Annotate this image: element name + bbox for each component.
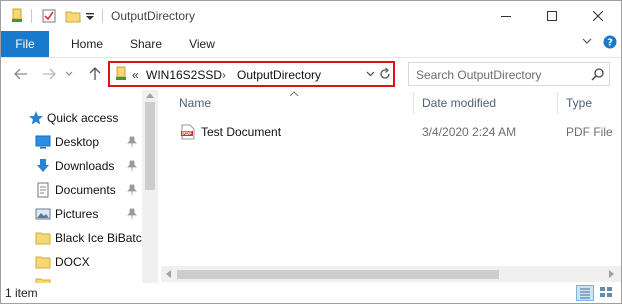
- explorer-window: OutputDirectory File Home Share View ? «…: [0, 0, 622, 304]
- nav-quick-access-label: Quick access: [47, 111, 119, 125]
- column-header-date-modified[interactable]: Date modified: [422, 96, 496, 112]
- folder-icon: [35, 276, 51, 283]
- large-icons-view-button[interactable]: [598, 285, 616, 301]
- pin-icon[interactable]: [127, 179, 137, 196]
- svg-text:PDF: PDF: [182, 131, 192, 137]
- search-box[interactable]: Search OutputDirectory: [408, 62, 610, 86]
- breadcrumb-win16s2ssd[interactable]: WIN16S2SSD: [146, 68, 222, 82]
- star-icon: [28, 110, 44, 126]
- document-icon: [35, 182, 51, 198]
- pdf-icon: PDF: [180, 124, 196, 140]
- nav-item-downloads[interactable]: Downloads: [1, 155, 141, 177]
- search-icon[interactable]: [591, 68, 604, 81]
- nav-item-label: Desktop: [55, 135, 100, 149]
- customize-qat-icon[interactable]: [85, 13, 95, 29]
- forward-button[interactable]: [39, 64, 59, 84]
- folder-icon: [35, 230, 51, 246]
- breadcrumb-outputdirectory[interactable]: OutputDirectory: [237, 68, 321, 82]
- address-dropdown-icon[interactable]: [366, 71, 375, 77]
- nav-quick-access[interactable]: Quick access: [1, 107, 141, 129]
- navigation-pane: Quick access Desktop Downloads Documents…: [1, 90, 159, 283]
- nav-item-black-ice-bibatch[interactable]: Black Ice BiBatch: [1, 227, 148, 249]
- nav-scrollbar-thumb[interactable]: [145, 102, 155, 190]
- help-icon[interactable]: ?: [603, 35, 617, 49]
- file-row[interactable]: PDF Test Document 3/4/2020 2:24 AM PDF F…: [161, 122, 621, 142]
- file-name: Test Document: [201, 125, 282, 139]
- recent-locations-button[interactable]: [63, 64, 75, 84]
- desktop-icon: [35, 134, 51, 150]
- download-icon: [35, 158, 51, 174]
- scroll-up-icon[interactable]: [146, 92, 154, 98]
- properties-icon[interactable]: [41, 8, 57, 24]
- scroll-right-icon[interactable]: [609, 270, 615, 278]
- expand-ribbon-icon[interactable]: [582, 37, 592, 45]
- tab-file[interactable]: File: [1, 31, 49, 57]
- status-bar: 1 item: [1, 283, 621, 303]
- nav-item-documents[interactable]: Documents: [1, 179, 141, 201]
- sort-ascending-icon: [289, 91, 299, 97]
- nav-item-label: Documents: [55, 183, 116, 197]
- nav-item-desktop[interactable]: Desktop: [1, 131, 141, 153]
- window-title: OutputDirectory: [111, 9, 196, 23]
- minimize-button[interactable]: [483, 1, 529, 31]
- scroll-left-icon[interactable]: [165, 270, 171, 278]
- address-bar[interactable]: « WIN16S2SSD › OutputDirectory: [108, 61, 395, 87]
- up-button[interactable]: [85, 64, 105, 84]
- file-list: Name Date modified Type PDF Test Documen…: [161, 90, 621, 283]
- close-button[interactable]: [575, 1, 621, 31]
- file-date-modified: 3/4/2020 2:24 AM: [422, 125, 517, 139]
- nav-item-docx[interactable]: DOCX: [1, 251, 141, 273]
- pin-icon[interactable]: [127, 203, 137, 220]
- drive-icon: [114, 66, 128, 82]
- svg-text:?: ?: [607, 38, 613, 49]
- ribbon: File Home Share View ?: [1, 31, 621, 58]
- explorer-app-icon[interactable]: [9, 8, 25, 24]
- file-type: PDF File: [566, 125, 613, 139]
- content-horizontal-scrollbar[interactable]: [161, 266, 621, 282]
- tab-view[interactable]: View: [177, 31, 227, 57]
- search-placeholder[interactable]: Search OutputDirectory: [416, 68, 541, 82]
- nav-item-label: Pictures: [55, 207, 99, 221]
- picture-icon: [35, 206, 51, 222]
- nav-item-label: Downloads: [55, 159, 115, 173]
- nav-item-pictures[interactable]: Pictures: [1, 203, 141, 225]
- column-header-name[interactable]: Name: [179, 96, 211, 112]
- nav-scrollbar[interactable]: [142, 90, 158, 283]
- back-button[interactable]: [11, 64, 31, 84]
- pin-icon[interactable]: [127, 131, 137, 148]
- pin-icon[interactable]: [127, 155, 137, 172]
- refresh-icon[interactable]: [378, 67, 392, 81]
- folder-icon: [35, 254, 51, 270]
- horizontal-scrollbar-thumb[interactable]: [177, 270, 499, 279]
- new-folder-icon[interactable]: [65, 8, 81, 24]
- tab-share[interactable]: Share: [121, 31, 171, 57]
- nav-item-label: DOCX: [55, 255, 90, 269]
- nav-item-label: Black Ice BiBatch: [55, 231, 149, 245]
- item-count: 1 item: [5, 286, 38, 300]
- breadcrumb-overflow[interactable]: «: [132, 68, 139, 82]
- breadcrumb-separator[interactable]: ›: [222, 68, 226, 82]
- column-header-type[interactable]: Type: [566, 96, 592, 112]
- details-view-button[interactable]: [576, 285, 594, 301]
- maximize-button[interactable]: [529, 1, 575, 31]
- title-bar: OutputDirectory: [1, 1, 621, 31]
- address-row: « WIN16S2SSD › OutputDirectory Search Ou…: [1, 58, 621, 90]
- tab-home[interactable]: Home: [63, 31, 111, 57]
